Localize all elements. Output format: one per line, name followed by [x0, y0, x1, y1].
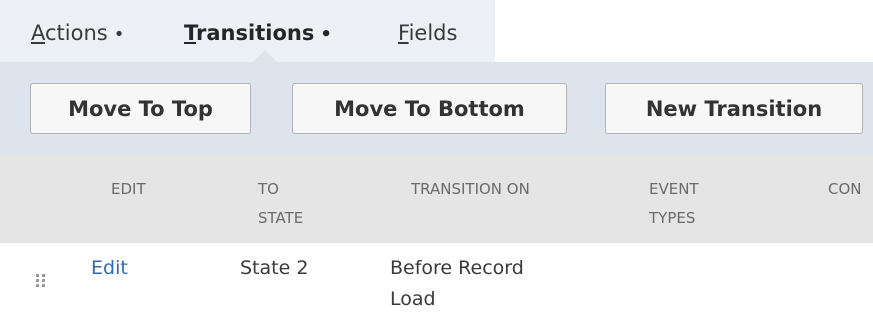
active-tab-pointer-icon: [253, 50, 277, 62]
column-header-to-state: TO STATE: [258, 175, 303, 233]
move-to-top-button[interactable]: Move To Top: [30, 83, 251, 134]
column-header-event-types-line1: EVENT: [649, 180, 699, 198]
tab-transitions-mnemonic: T: [184, 21, 197, 45]
transition-toolbar: Move To Top Move To Bottom New Transitio…: [0, 62, 873, 155]
tab-fields-label: ields: [408, 21, 458, 45]
subtab-bar: Actions • Transitions • Fields: [0, 0, 495, 62]
to-state-cell: State 2: [240, 257, 309, 279]
drag-handle-icon[interactable]: [36, 274, 45, 287]
edit-link[interactable]: Edit: [91, 253, 128, 284]
table-header: EDIT TO STATE TRANSITION ON EVENT TYPES …: [0, 155, 873, 243]
column-header-to-state-line1: TO: [258, 180, 279, 198]
tab-transitions-indicator: •: [320, 24, 332, 45]
move-to-bottom-button[interactable]: Move To Bottom: [292, 83, 567, 134]
tab-transitions-label: ransitions: [196, 21, 315, 45]
transition-on-line2: Load: [390, 288, 436, 310]
column-header-event-types-line2: TYPES: [649, 209, 696, 227]
column-header-transition-on: TRANSITION ON: [411, 180, 530, 198]
transition-on-cell: Before Record Load: [390, 253, 524, 315]
tab-actions-mnemonic: A: [31, 21, 45, 45]
tab-actions-label: ctions: [45, 21, 108, 45]
column-header-event-types: EVENT TYPES: [649, 175, 699, 233]
new-transition-button[interactable]: New Transition: [605, 83, 863, 134]
tab-transitions[interactable]: Transitions •: [184, 19, 332, 49]
table-row: Edit State 2 Before Record Load: [0, 243, 873, 315]
tab-fields-mnemonic: F: [398, 21, 409, 45]
column-header-to-state-line2: STATE: [258, 209, 304, 227]
tab-actions-indicator: •: [113, 24, 125, 45]
tab-fields[interactable]: Fields: [398, 19, 457, 47]
column-header-condition: CON: [828, 180, 862, 198]
column-header-edit: EDIT: [111, 180, 146, 198]
tab-actions[interactable]: Actions •: [31, 19, 124, 49]
transition-on-line1: Before Record: [390, 257, 524, 279]
